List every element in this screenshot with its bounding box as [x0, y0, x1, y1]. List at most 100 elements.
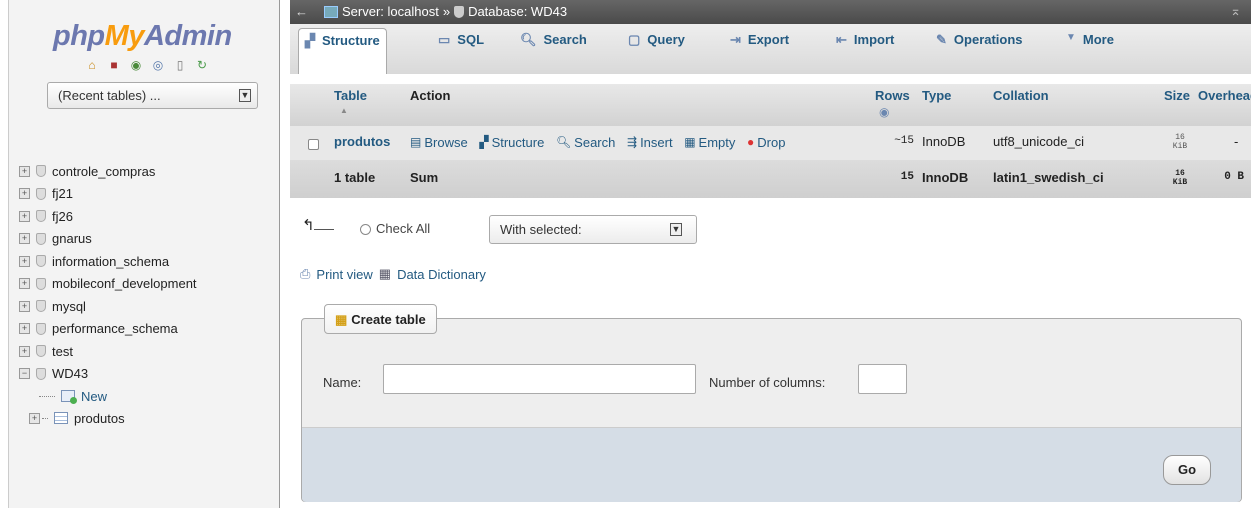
recent-tables-select[interactable]: (Recent tables) ... ▼: [47, 82, 258, 109]
tab-more[interactable]: ▼ More: [1066, 28, 1114, 74]
db-item-mysql[interactable]: + mysql: [19, 295, 197, 318]
home-icon[interactable]: ⌂: [85, 58, 99, 72]
collapse-icon[interactable]: ⌅: [1230, 3, 1241, 19]
breadcrumb-server[interactable]: Server: localhost: [342, 4, 439, 19]
tree-connector: [39, 395, 55, 397]
db-item-fj21[interactable]: + fj21: [19, 183, 197, 206]
expand-icon[interactable]: +: [19, 323, 30, 335]
size-value[interactable]: 16 KiB: [1170, 133, 1190, 151]
reload-icon[interactable]: ↻: [195, 58, 209, 72]
db-label[interactable]: mobileconf_development: [52, 276, 197, 291]
header-size[interactable]: Size: [1164, 88, 1190, 103]
table-header-row: Table ▲ Action Rows ◉ Type Collation Siz…: [290, 84, 1251, 126]
chevron-down-icon[interactable]: ▼: [239, 89, 251, 102]
db-label[interactable]: WD43: [52, 366, 88, 381]
tab-operations[interactable]: ✎ Operations: [936, 28, 1023, 74]
db-label[interactable]: mysql: [52, 299, 86, 314]
logo-part-admin: Admin: [143, 20, 232, 52]
create-table-title: Create table: [351, 312, 426, 327]
expand-icon[interactable]: +: [19, 188, 30, 200]
table-sum-row: 1 table Sum 15 InnoDB latin1_swedish_ci …: [290, 160, 1251, 198]
size-unit: KiB: [1172, 178, 1188, 187]
expand-icon[interactable]: +: [19, 255, 30, 267]
back-arrow-icon[interactable]: ←: [295, 4, 308, 19]
columns-input[interactable]: [858, 364, 907, 394]
action-label: Insert: [640, 134, 673, 150]
db-label[interactable]: fj21: [52, 186, 73, 201]
expand-icon[interactable]: +: [19, 278, 30, 290]
db-item-performance-schema[interactable]: + performance_schema: [19, 318, 197, 341]
arrow-up-left-icon: ↰: [302, 217, 315, 234]
header-type[interactable]: Type: [922, 88, 951, 103]
db-item-wd43[interactable]: − WD43: [19, 363, 197, 386]
header-overhead[interactable]: Overhead: [1198, 88, 1251, 103]
help-icon[interactable]: ◉: [879, 105, 889, 119]
print-view-link[interactable]: Print view: [316, 267, 372, 282]
db-label[interactable]: performance_schema: [52, 321, 178, 336]
db-label[interactable]: gnarus: [52, 231, 92, 246]
expand-icon[interactable]: +: [19, 210, 30, 222]
db-label[interactable]: fj26: [52, 209, 73, 224]
tab-label: Structure: [322, 33, 380, 48]
empty-action[interactable]: ▦ Empty: [684, 135, 735, 150]
tab-query[interactable]: ▢ Query: [628, 28, 685, 74]
header-table[interactable]: Table: [334, 88, 367, 103]
breadcrumb-bar: ← Server: localhost » Database: WD43 ⌅: [290, 0, 1251, 24]
phpmyadmin-logo[interactable]: phpMyAdmin: [53, 20, 232, 53]
db-item-controle-compras[interactable]: + controle_compras: [19, 160, 197, 183]
with-selected-select[interactable]: With selected: ▼: [489, 215, 697, 244]
chevron-down-icon[interactable]: ▼: [670, 223, 682, 236]
query-icon[interactable]: ◉: [129, 58, 143, 72]
create-table-form: ▦ Create table Name: Number of columns: …: [301, 304, 1242, 502]
row-checkbox[interactable]: [308, 139, 319, 150]
tab-export[interactable]: ⇥ Export: [730, 28, 789, 74]
db-item-gnarus[interactable]: + gnarus: [19, 228, 197, 251]
tab-structure[interactable]: ▞ Structure: [298, 28, 387, 74]
table-name-link[interactable]: produtos: [334, 134, 390, 149]
expand-icon[interactable]: +: [19, 345, 30, 357]
info-icon[interactable]: ▯: [173, 58, 187, 72]
breadcrumb-database[interactable]: Database: WD43: [468, 4, 567, 19]
browse-action[interactable]: ▤ Browse: [410, 135, 468, 150]
insert-action[interactable]: ⇶ Insert: [627, 135, 673, 150]
header-collation[interactable]: Collation: [993, 88, 1049, 103]
tab-search[interactable]: 🔍︎ Search: [520, 28, 587, 74]
docs-icon[interactable]: ◎: [151, 58, 165, 72]
structure-action[interactable]: ▞ Structure: [479, 135, 544, 150]
size-number: 16: [1175, 169, 1185, 178]
check-all-label[interactable]: Check All: [376, 221, 430, 236]
table-name-input[interactable]: [383, 364, 696, 394]
data-dictionary-link[interactable]: Data Dictionary: [397, 267, 486, 282]
db-item-test[interactable]: + test: [19, 340, 197, 363]
exit-icon[interactable]: ■: [107, 58, 121, 72]
search-icon: 🔍︎: [555, 135, 572, 149]
check-all-checkbox[interactable]: [360, 224, 371, 235]
db-item-information-schema[interactable]: + information_schema: [19, 250, 197, 273]
table-label[interactable]: produtos: [74, 411, 125, 426]
expand-icon[interactable]: +: [19, 300, 30, 312]
expand-icon[interactable]: +: [29, 412, 40, 424]
table-row-cell: [308, 138, 319, 153]
expand-icon[interactable]: +: [19, 233, 30, 245]
collapse-icon[interactable]: −: [19, 368, 30, 380]
database-icon: [36, 232, 46, 245]
db-item-mobileconf-development[interactable]: + mobileconf_development: [19, 273, 197, 296]
sum-action: Sum: [410, 170, 439, 185]
db-item-fj26[interactable]: + fj26: [19, 205, 197, 228]
db-label[interactable]: information_schema: [52, 254, 169, 269]
drop-action[interactable]: ● Drop: [747, 135, 785, 150]
tab-label: Operations: [953, 32, 1023, 47]
expand-icon[interactable]: +: [19, 165, 30, 177]
tab-import[interactable]: ⇤ Import: [836, 28, 894, 74]
action-label: Empty: [698, 134, 736, 150]
wd43-table-produtos[interactable]: + produtos: [19, 407, 197, 429]
db-label[interactable]: test: [52, 344, 73, 359]
db-label[interactable]: controle_compras: [52, 164, 155, 179]
go-button[interactable]: Go: [1163, 455, 1211, 485]
wd43-new-item[interactable]: New: [19, 385, 197, 407]
new-table-link[interactable]: New: [81, 389, 107, 404]
search-action[interactable]: 🔍︎ Search: [556, 135, 615, 150]
sql-icon: ▭: [438, 32, 451, 47]
tab-sql[interactable]: ▭ SQL: [438, 28, 484, 74]
header-rows[interactable]: Rows: [875, 88, 910, 103]
